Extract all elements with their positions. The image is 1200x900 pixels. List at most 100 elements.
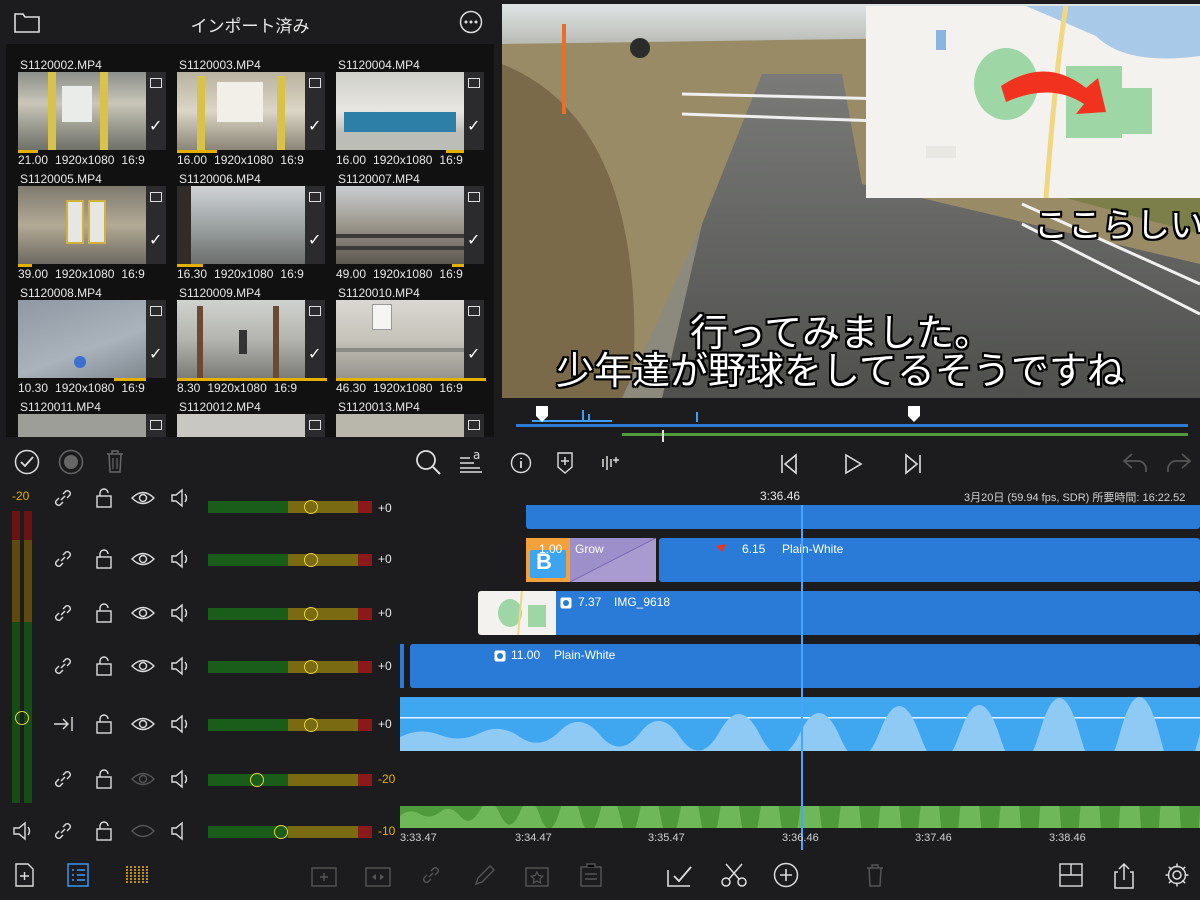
speaker-icon[interactable] [12, 821, 34, 841]
clip-info-icon[interactable] [468, 78, 480, 88]
folder-icon[interactable] [14, 11, 40, 33]
layout-icon[interactable] [1058, 862, 1084, 888]
main-track-waveform[interactable] [400, 697, 1200, 751]
add-icon[interactable] [773, 862, 799, 888]
clip-item[interactable]: S1120009.MP4 ✓ 8.30 1920x1080 16:9 [177, 286, 327, 398]
split-scissors-icon[interactable] [720, 862, 748, 888]
clip-side-strip: ✓ [305, 186, 325, 264]
transition-icon[interactable] [364, 862, 392, 888]
clip-item[interactable]: S1120005.MP4 ✓ 39.00 1920x1080 16:9 [18, 172, 168, 284]
link-icon[interactable] [52, 768, 74, 790]
visibility-icon[interactable] [130, 768, 156, 790]
link-icon[interactable] [52, 655, 74, 677]
search-icon[interactable] [414, 448, 442, 476]
clip-info-icon[interactable] [309, 192, 321, 202]
clip-item[interactable]: S1120002.MP4 ✓ 21.00 1920x1080 16:9 [18, 58, 168, 170]
clip-item[interactable]: S1120004.MP4 ✓ 16.00 1920x1080 16:9 [336, 58, 486, 170]
undo-icon[interactable] [1122, 452, 1150, 474]
add-marker-icon[interactable] [554, 451, 576, 475]
pencil-icon[interactable] [472, 862, 496, 888]
clip-item[interactable]: S1120012.MP4 [177, 400, 327, 437]
clip-info-icon[interactable] [150, 420, 162, 430]
clip-info-icon[interactable] [309, 78, 321, 88]
favorite-icon[interactable] [524, 862, 550, 888]
audio-icon[interactable] [170, 713, 192, 735]
clip-item[interactable]: S1120007.MP4 ✓ 49.00 1920x1080 16:9 [336, 172, 486, 284]
clip-thumbnail-map[interactable] [478, 591, 556, 635]
clip-info-icon[interactable] [150, 306, 162, 316]
clip-item[interactable]: S1120013.MP4 [336, 400, 486, 437]
audio-icon[interactable] [170, 548, 192, 570]
link-clip-icon[interactable] [420, 862, 442, 888]
volume-fader[interactable] [208, 718, 372, 732]
select-clip-icon[interactable] [666, 862, 694, 888]
sort-icon[interactable]: a [458, 448, 484, 474]
volume-fader[interactable] [208, 553, 372, 567]
link-icon[interactable] [52, 602, 74, 624]
volume-fader[interactable] [208, 500, 372, 514]
clip-item[interactable]: S1120008.MP4 ✓ 10.30 1920x1080 16:9 [18, 286, 168, 398]
previous-edit-icon[interactable] [778, 452, 800, 476]
audio-icon[interactable] [170, 655, 192, 677]
more-options-icon[interactable] [459, 10, 483, 34]
visibility-icon[interactable] [130, 487, 156, 509]
link-icon[interactable] [52, 548, 74, 570]
clipboard-icon[interactable] [578, 862, 604, 888]
unlock-icon[interactable] [94, 820, 114, 842]
unlock-icon[interactable] [94, 548, 114, 570]
volume-fader[interactable] [208, 773, 372, 787]
audio-icon[interactable] [170, 820, 192, 842]
playhead[interactable] [801, 505, 803, 850]
add-clip-icon[interactable] [310, 862, 338, 888]
clip-item[interactable]: S1120006.MP4 ✓ 16.30 1920x1080 16:9 [177, 172, 327, 284]
track-list-icon[interactable] [66, 862, 90, 888]
record-icon[interactable] [58, 449, 84, 475]
visibility-icon[interactable] [130, 820, 156, 842]
master-level-meter[interactable] [10, 511, 34, 803]
volume-fader[interactable] [208, 607, 372, 621]
lock-icon[interactable] [94, 487, 114, 509]
visibility-icon[interactable] [130, 548, 156, 570]
visibility-icon[interactable] [130, 655, 156, 677]
audio-meter-icon[interactable] [124, 862, 150, 888]
trash-icon[interactable] [104, 448, 126, 474]
main-track-arrow-icon[interactable] [52, 713, 76, 735]
voiceover-icon[interactable] [596, 452, 622, 474]
play-icon[interactable] [842, 452, 864, 476]
info-icon[interactable] [510, 452, 532, 474]
audio-track-waveform[interactable] [400, 806, 1200, 828]
clip-info-icon[interactable] [150, 192, 162, 202]
volume-fader[interactable] [208, 825, 372, 839]
clip-info-icon[interactable] [468, 306, 480, 316]
unlock-icon[interactable] [94, 768, 114, 790]
volume-fader[interactable] [208, 660, 372, 674]
delete-icon[interactable] [864, 862, 886, 888]
clip-item[interactable]: S1120003.MP4 ✓ 16.00 1920x1080 16:9 [177, 58, 327, 170]
share-icon[interactable] [1112, 862, 1136, 890]
next-edit-icon[interactable] [902, 452, 924, 476]
clip-info-icon[interactable] [468, 192, 480, 202]
redo-icon[interactable] [1164, 452, 1192, 474]
unlock-icon[interactable] [94, 713, 114, 735]
unlock-icon[interactable] [94, 655, 114, 677]
audio-icon[interactable] [170, 602, 192, 624]
clip-item[interactable]: S1120011.MP4 [18, 400, 168, 437]
settings-gear-icon[interactable] [1164, 862, 1190, 888]
clip-info-icon[interactable] [309, 420, 321, 430]
link-icon[interactable] [52, 487, 74, 509]
unlock-icon[interactable] [94, 602, 114, 624]
clip-info-icon[interactable] [468, 420, 480, 430]
visibility-icon[interactable] [130, 602, 156, 624]
audio-icon[interactable] [170, 487, 192, 509]
clip-info-icon[interactable] [309, 306, 321, 316]
timeline-clip[interactable] [659, 538, 1200, 582]
select-all-icon[interactable] [14, 449, 40, 475]
timeline-clip[interactable] [526, 505, 1200, 529]
add-track-icon[interactable] [12, 862, 36, 888]
clip-item[interactable]: S1120010.MP4 ✓ 46.30 1920x1080 16:9 [336, 286, 486, 398]
project-scrubber[interactable] [502, 400, 1200, 446]
clip-info-icon[interactable] [150, 78, 162, 88]
visibility-icon[interactable] [130, 713, 156, 735]
link-icon[interactable] [52, 820, 74, 842]
audio-icon[interactable] [170, 768, 192, 790]
